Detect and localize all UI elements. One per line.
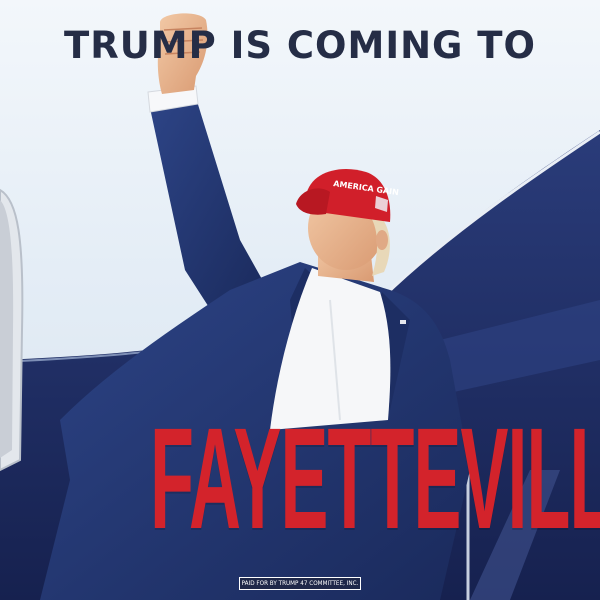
rally-poster: AMERICA GAIN TRUMP IS COMING TO FAYETTEV… [0, 0, 600, 600]
headline: TRUMP IS COMING TO [64, 24, 536, 67]
red-cap: AMERICA GAIN [296, 169, 399, 222]
paid-for-disclaimer: PAID FOR BY TRUMP 47 COMMITTEE, INC. [239, 577, 361, 590]
city-name: FAYETTEVILLE, NC [150, 398, 600, 559]
